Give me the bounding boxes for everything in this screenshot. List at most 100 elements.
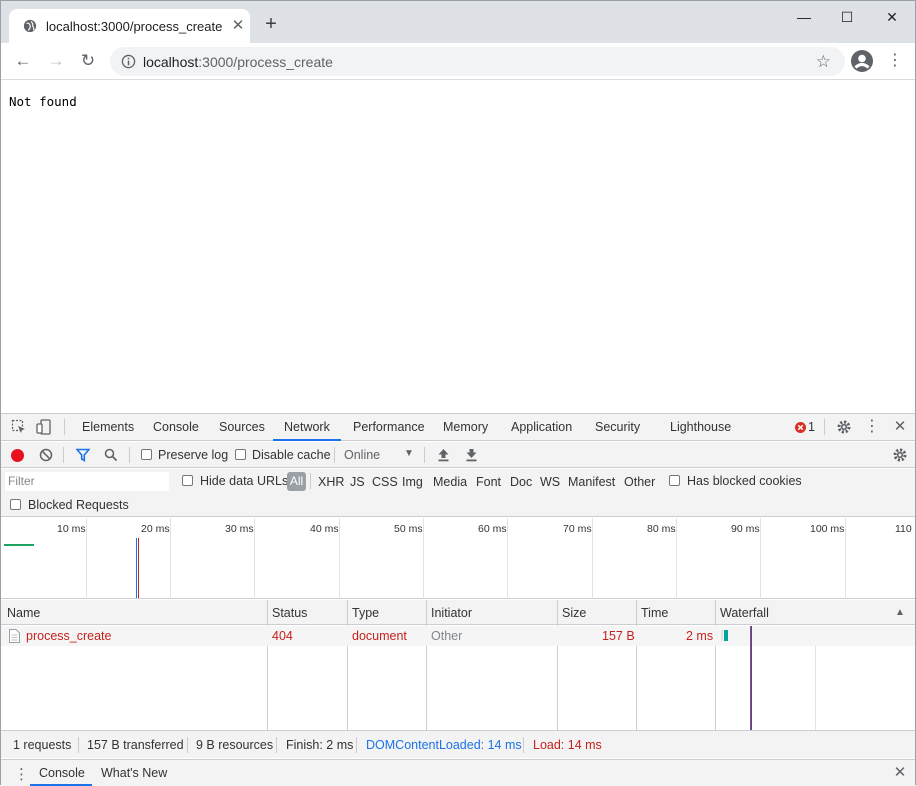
table-row[interactable]: process_create 404 document Other 157 B …	[1, 626, 915, 646]
filter-xhr[interactable]: XHR	[318, 475, 344, 489]
drawer-tab-whats-new[interactable]: What's New	[101, 766, 167, 780]
tick-label: 70 ms	[563, 523, 592, 535]
filter-bar: Filter Hide data URLs All XHR JS CSS Img…	[1, 469, 915, 493]
tab-sources[interactable]: Sources	[219, 420, 265, 434]
drawer-menu-icon[interactable]: ⋮	[14, 765, 29, 783]
filter-manifest[interactable]: Manifest	[568, 475, 615, 489]
divider	[63, 447, 64, 463]
tab-security[interactable]: Security	[595, 420, 640, 434]
close-drawer-icon[interactable]: ✕	[892, 765, 908, 781]
filter-other[interactable]: Other	[624, 475, 655, 489]
filter-img[interactable]: Img	[402, 475, 423, 489]
inspect-element-icon[interactable]	[11, 419, 27, 435]
col-size[interactable]: Size	[562, 606, 586, 620]
minimize-icon[interactable]: —	[794, 7, 814, 27]
col-time[interactable]: Time	[641, 606, 668, 620]
has-blocked-cookies-label[interactable]: Has blocked cookies	[687, 474, 802, 488]
filter-ws[interactable]: WS	[540, 475, 560, 489]
search-icon[interactable]	[104, 448, 118, 462]
blocked-requests-label[interactable]: Blocked Requests	[28, 498, 129, 512]
not-found-text: Not found	[9, 94, 77, 109]
bookmark-star-icon[interactable]: ☆	[816, 52, 831, 72]
tick-label: 50 ms	[394, 523, 423, 535]
filter-media[interactable]: Media	[433, 475, 467, 489]
col-waterfall[interactable]: Waterfall	[720, 606, 769, 620]
filter-all-button[interactable]: All	[287, 472, 306, 491]
new-tab-button[interactable]: +	[262, 14, 280, 34]
tab-network[interactable]: Network	[284, 420, 330, 434]
error-count[interactable]: 1	[808, 420, 815, 434]
error-icon[interactable]	[795, 422, 806, 433]
divider	[310, 473, 311, 489]
hide-data-urls-checkbox[interactable]	[182, 475, 193, 486]
filter-js[interactable]: JS	[350, 475, 365, 489]
grid-line	[676, 518, 677, 599]
col-initiator[interactable]: Initiator	[431, 606, 472, 620]
request-status: 404	[272, 629, 293, 643]
filter-doc[interactable]: Doc	[510, 475, 532, 489]
request-name[interactable]: process_create	[26, 629, 111, 643]
grid-line	[592, 518, 593, 599]
tick-label: 100 ms	[810, 523, 845, 535]
network-overview[interactable]: 10 ms 20 ms 30 ms 40 ms 50 ms 60 ms 70 m…	[1, 518, 915, 599]
divider	[824, 419, 825, 435]
filter-funnel-icon[interactable]	[76, 448, 90, 462]
col-divider	[347, 600, 348, 730]
device-toolbar-icon[interactable]	[36, 419, 52, 435]
tab-elements[interactable]: Elements	[82, 420, 134, 434]
domcontentloaded-time: DOMContentLoaded: 14 ms	[366, 738, 522, 752]
tab-console[interactable]: Console	[153, 420, 199, 434]
throttling-select[interactable]: Online	[344, 448, 380, 462]
maximize-icon[interactable]: ☐	[837, 7, 857, 27]
info-icon[interactable]	[121, 54, 136, 69]
page-content: Not found	[1, 81, 915, 413]
chevron-down-icon[interactable]: ▼	[404, 448, 414, 459]
drawer-tab-console[interactable]: Console	[39, 766, 85, 780]
more-options-icon[interactable]: ⋮	[864, 419, 880, 435]
settings-gear-icon[interactable]	[836, 419, 852, 435]
tab-title: localhost:3000/process_create	[46, 19, 223, 34]
hide-data-urls-label[interactable]: Hide data URLs	[200, 474, 288, 488]
tab-application[interactable]: Application	[511, 420, 572, 434]
tab-strip: localhost:3000/process_create ✕ + — ☐ ✕	[1, 1, 915, 43]
browser-tab[interactable]: localhost:3000/process_create ✕	[9, 9, 250, 43]
preserve-log-checkbox[interactable]	[141, 449, 152, 460]
export-har-icon[interactable]	[465, 448, 478, 462]
tick-label: 10 ms	[57, 523, 86, 535]
tab-memory[interactable]: Memory	[443, 420, 488, 434]
profile-avatar-icon[interactable]	[851, 50, 873, 72]
disable-cache-checkbox[interactable]	[235, 449, 246, 460]
col-divider	[426, 600, 427, 730]
col-name[interactable]: Name	[7, 606, 40, 620]
tab-performance[interactable]: Performance	[353, 420, 425, 434]
request-table: Name Status Type Initiator Size Time Wat…	[1, 600, 915, 730]
disable-cache-label[interactable]: Disable cache	[252, 448, 331, 462]
import-har-icon[interactable]	[437, 448, 450, 462]
reload-icon[interactable]: ↻	[78, 51, 98, 71]
tab-close-icon[interactable]: ✕	[230, 18, 246, 34]
chrome-menu-icon[interactable]: ⋮	[887, 51, 903, 71]
devtools-panel: Elements Console Sources Network Perform…	[1, 413, 915, 786]
col-status[interactable]: Status	[272, 606, 307, 620]
sort-up-icon[interactable]: ▲	[895, 607, 905, 618]
back-arrow-icon[interactable]: ←	[13, 51, 33, 71]
filter-input[interactable]: Filter	[5, 472, 169, 491]
has-blocked-cookies-checkbox[interactable]	[669, 475, 680, 486]
waterfall-queue-bar	[721, 630, 723, 641]
col-type[interactable]: Type	[352, 606, 379, 620]
tab-lighthouse[interactable]: Lighthouse	[670, 420, 731, 434]
close-devtools-icon[interactable]: ✕	[892, 419, 908, 435]
filter-css[interactable]: CSS	[372, 475, 398, 489]
forward-arrow-icon[interactable]: →	[46, 51, 66, 71]
record-icon[interactable]	[11, 449, 24, 462]
clear-icon[interactable]	[39, 448, 53, 462]
filter-font[interactable]: Font	[476, 475, 501, 489]
blocked-requests-checkbox[interactable]	[10, 499, 21, 510]
divider	[78, 737, 79, 753]
address-bar[interactable]: localhost:3000/process_create ☆	[110, 47, 845, 76]
network-settings-gear-icon[interactable]	[892, 447, 908, 463]
grid-line	[423, 518, 424, 599]
window-close-icon[interactable]: ✕	[882, 7, 902, 27]
col-divider	[715, 600, 716, 730]
preserve-log-label[interactable]: Preserve log	[158, 448, 228, 462]
